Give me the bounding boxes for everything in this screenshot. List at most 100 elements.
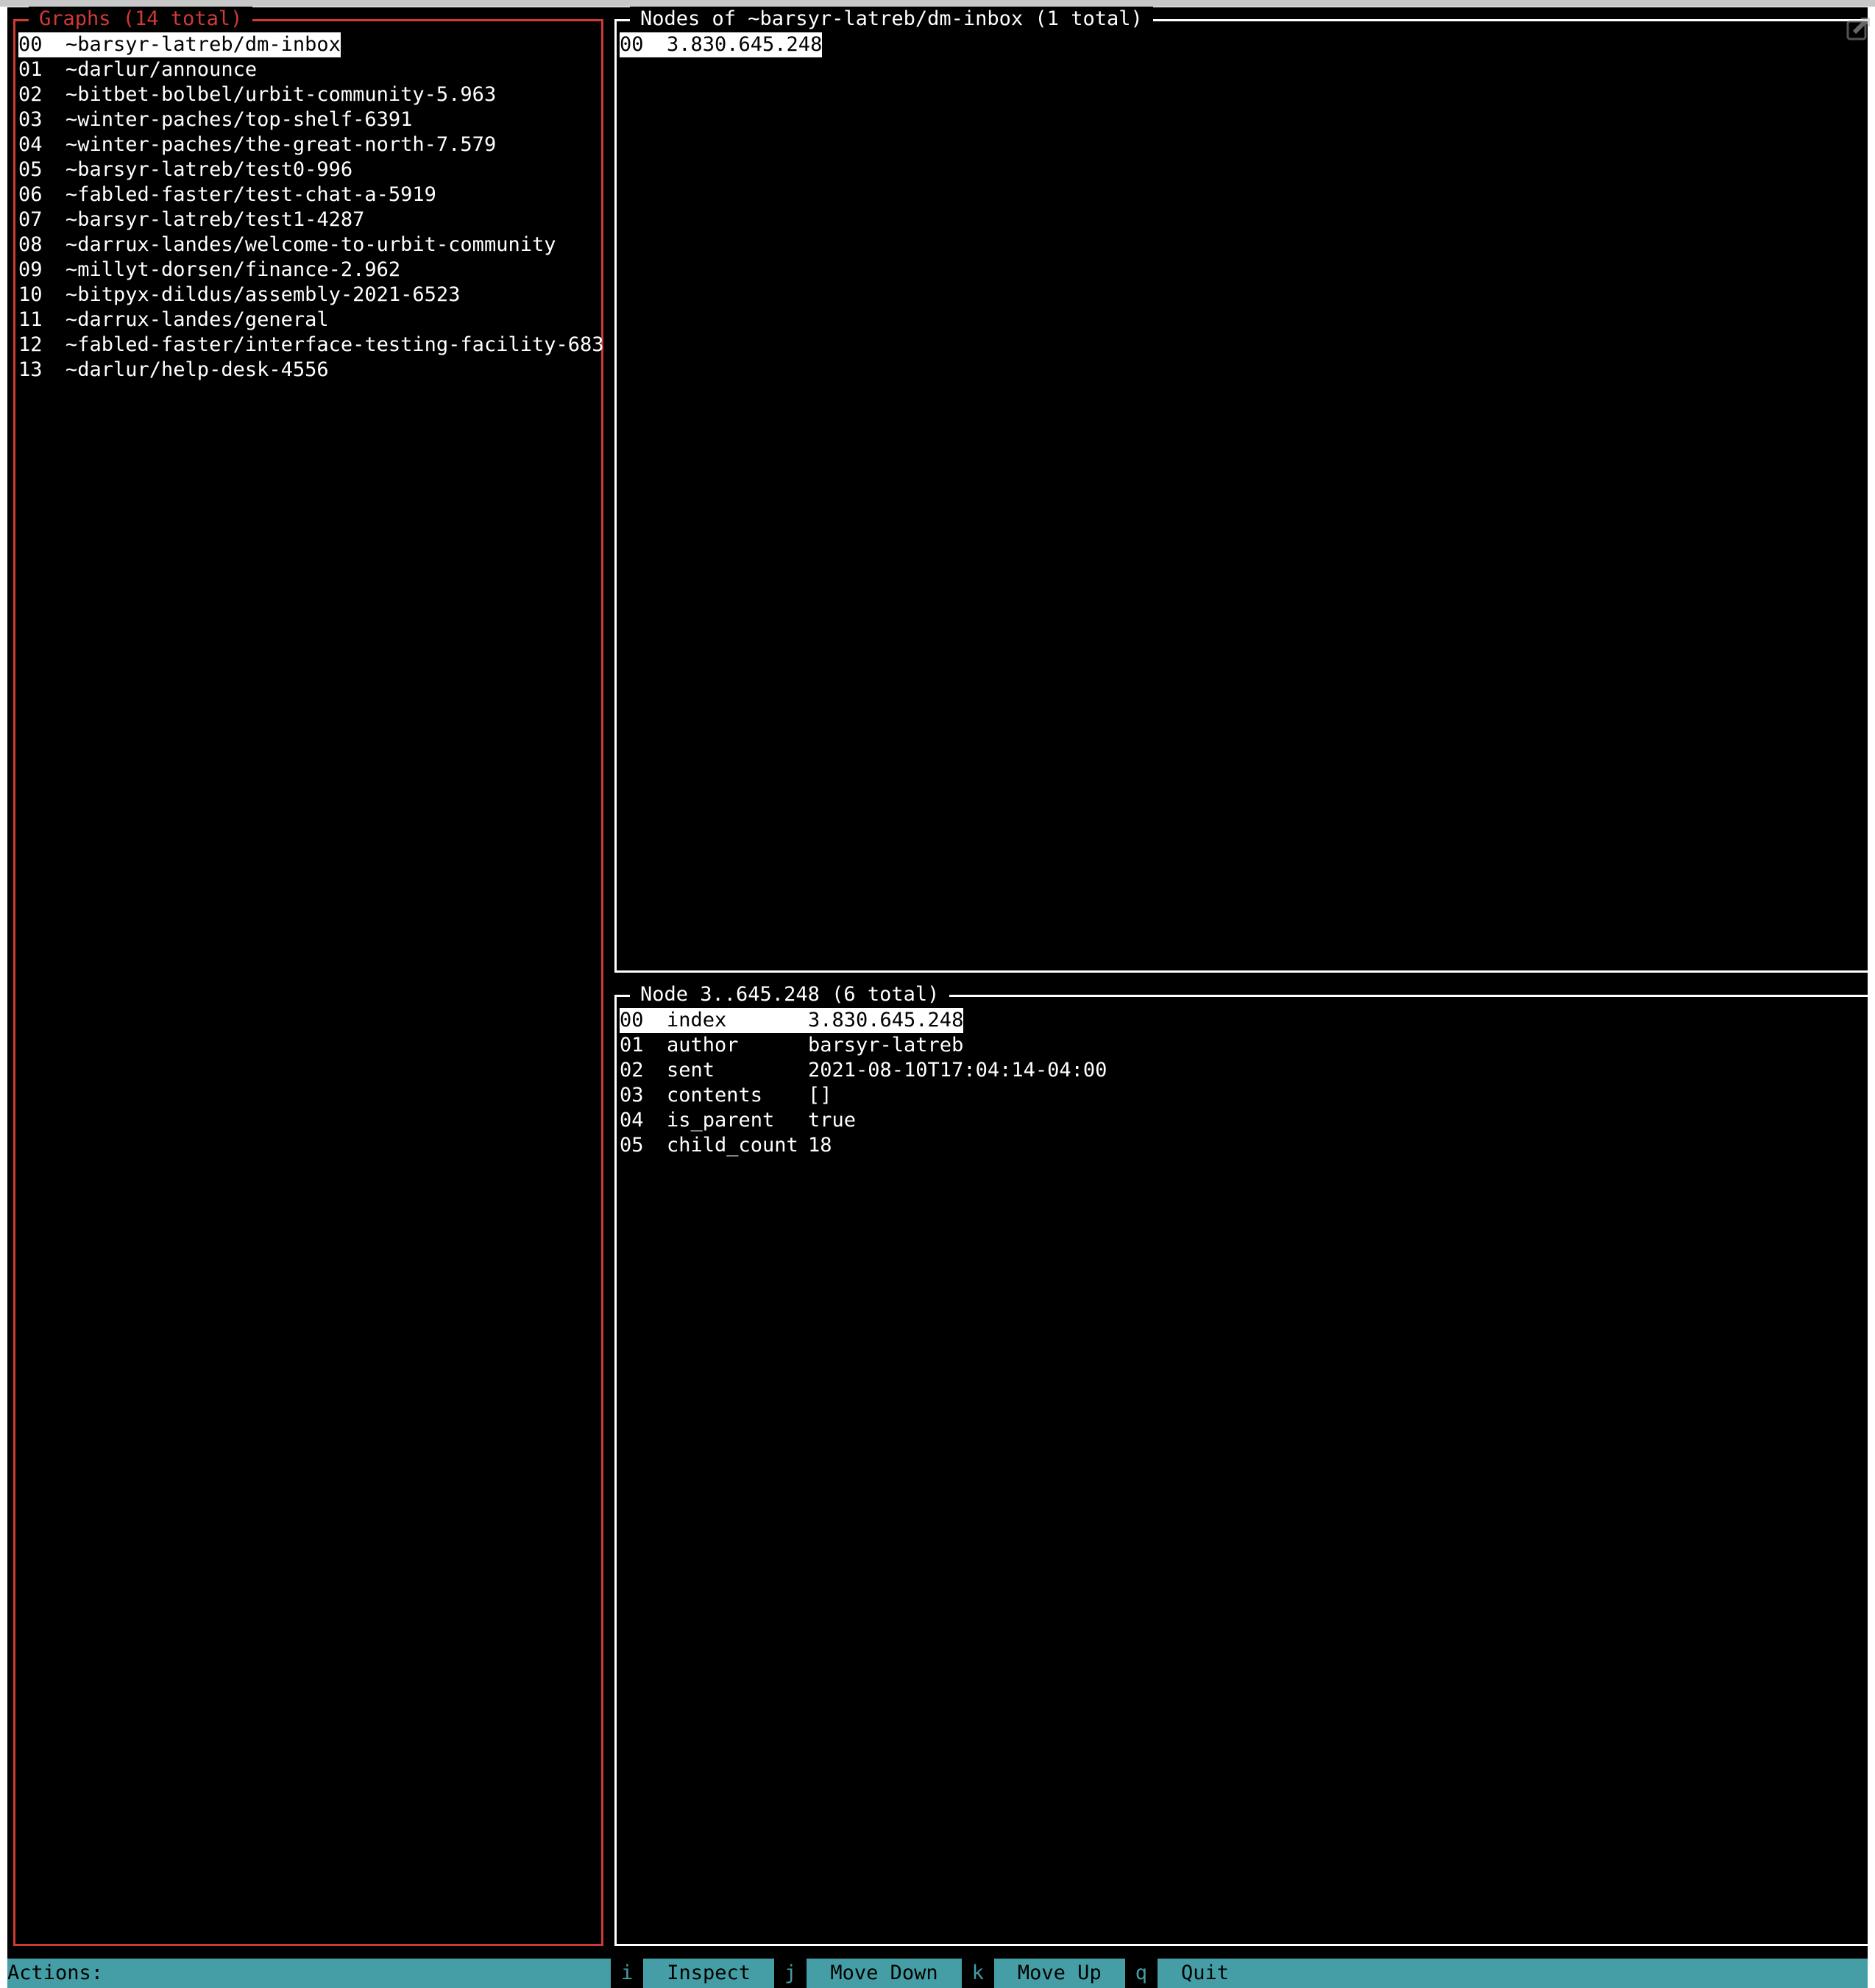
- node-field-index: 04: [620, 1109, 644, 1132]
- node-field-index: 01: [620, 1034, 644, 1057]
- graph-item-content: 12 ~fabled-faster/interface-testing-facil…: [18, 333, 604, 358]
- action-key-inspect[interactable]: i: [611, 1959, 644, 1988]
- node-item-content: 00 3.830.645.248: [620, 32, 823, 57]
- graph-item-content: 07 ~barsyr-latreb/test1-4287: [18, 207, 364, 232]
- graph-item-name: ~darlur/help-desk-4556: [65, 358, 329, 381]
- node-field-index: 05: [620, 1134, 644, 1157]
- node-detail-panel-title: Node 3..645.248 (6 total): [630, 982, 950, 1007]
- node-field-row[interactable]: 03 contents []: [620, 1083, 1866, 1108]
- graph-item-content: 06 ~fabled-faster/test-chat-a-5919: [18, 182, 436, 207]
- graph-list-item[interactable]: 04 ~winter-paches/the-great-north-7.579: [18, 132, 598, 157]
- node-field-content: 01 author barsyr-latreb: [620, 1033, 963, 1058]
- graph-item-content: 03 ~winter-paches/top-shelf-6391: [18, 107, 412, 132]
- node-item-name: 3.830.645.248: [667, 33, 823, 56]
- node-field-row[interactable]: 04 is_parent true: [620, 1108, 1866, 1133]
- node-field-value: true: [808, 1109, 857, 1132]
- node-field-value: barsyr-latreb: [808, 1034, 964, 1057]
- graph-item-index: 06: [18, 183, 43, 206]
- graph-item-index: 05: [18, 158, 43, 181]
- graph-list-item[interactable]: 13 ~darlur/help-desk-4556: [18, 358, 598, 383]
- graph-list-item[interactable]: 05 ~barsyr-latreb/test0-996: [18, 157, 598, 182]
- graph-item-index: 00: [18, 33, 43, 56]
- graph-item-name: ~barsyr-latreb/test0-996: [65, 158, 353, 181]
- graph-list-item[interactable]: 00 ~barsyr-latreb/dm-inbox: [18, 32, 598, 57]
- node-field-key: contents: [667, 1084, 763, 1107]
- graph-list-item[interactable]: 09 ~millyt-dorsen/finance-2.962: [18, 258, 598, 283]
- graph-item-content: 04 ~winter-paches/the-great-north-7.579: [18, 132, 496, 157]
- graph-list-item[interactable]: 10 ~bitpyx-dildus/assembly-2021-6523: [18, 283, 598, 308]
- graph-item-name: ~fabled-faster/test-chat-a-5919: [65, 183, 436, 206]
- graph-item-content: 09 ~millyt-dorsen/finance-2.962: [18, 258, 400, 283]
- graph-item-name: ~fabled-faster/interface-testing-facilit…: [65, 333, 604, 356]
- actions-label: Actions:: [7, 1962, 104, 1984]
- node-field-key: author: [667, 1034, 739, 1057]
- graphs-list: 00 ~barsyr-latreb/dm-inbox 01 ~darlur/annou…: [18, 32, 604, 383]
- graph-item-content: 10 ~bitpyx-dildus/assembly-2021-6523: [18, 283, 460, 308]
- action-key-move-down[interactable]: j: [774, 1959, 807, 1988]
- graph-item-content: 11 ~darrux-landes/general: [18, 308, 329, 333]
- terminal: Graphs (14 total) 00 ~barsyr-latreb/dm-in…: [7, 7, 1871, 1988]
- node-field-content: 00 index 3.830.645.248: [620, 1008, 964, 1033]
- node-field-content: 03 contents []: [620, 1083, 832, 1108]
- graph-item-index: 07: [18, 208, 43, 231]
- graph-item-content: 13 ~darlur/help-desk-4556: [18, 358, 329, 383]
- graphs-panel: Graphs (14 total) 00 ~barsyr-latreb/dm-in…: [13, 7, 604, 1946]
- node-field-key: child_count: [667, 1134, 798, 1157]
- graph-item-content: 02 ~bitbet-bolbel/urbit-community-5.963: [18, 82, 496, 107]
- node-list-item[interactable]: 00 3.830.645.248: [620, 32, 1866, 57]
- graph-list-item[interactable]: 02 ~bitbet-bolbel/urbit-community-5.963: [18, 82, 598, 107]
- node-field-key: is_parent: [667, 1109, 775, 1132]
- graph-list-item[interactable]: 06 ~fabled-faster/test-chat-a-5919: [18, 182, 598, 207]
- actions-bar: Actions: i Inspect j Move Down k Move Up…: [7, 1959, 1868, 1988]
- open-external-icon[interactable]: [1846, 15, 1872, 41]
- nodes-panel-title: Nodes of ~barsyr-latreb/dm-inbox (1 tota…: [630, 7, 1153, 32]
- node-field-content: 04 is_parent true: [620, 1108, 856, 1133]
- nodes-panel: Nodes of ~barsyr-latreb/dm-inbox (1 tota…: [614, 7, 1871, 973]
- graph-item-index: 13: [18, 358, 43, 381]
- action-key-move-up[interactable]: k: [961, 1959, 994, 1988]
- graph-list-item[interactable]: 07 ~barsyr-latreb/test1-4287: [18, 207, 598, 232]
- node-field-content: 02 sent 2021-08-10T17:04:14-04:00: [620, 1058, 1107, 1083]
- graph-item-index: 12: [18, 333, 43, 356]
- graph-item-index: 02: [18, 83, 43, 106]
- action-key-quit[interactable]: q: [1124, 1959, 1158, 1988]
- action-move-down[interactable]: Move Down: [807, 1959, 961, 1988]
- node-field-value: 2021-08-10T17:04:14-04:00: [808, 1059, 1107, 1082]
- graph-item-name: ~darrux-landes/general: [65, 308, 329, 331]
- graph-item-index: 09: [18, 258, 43, 281]
- action-quit[interactable]: Quit: [1158, 1959, 1252, 1988]
- node-field-row[interactable]: 01 author barsyr-latreb: [620, 1033, 1866, 1058]
- node-field-key: index: [667, 1009, 727, 1032]
- nodes-list: 00 3.830.645.248: [620, 32, 1866, 57]
- graph-item-name: ~bitpyx-dildus/assembly-2021-6523: [65, 283, 461, 306]
- node-field-row[interactable]: 05 child_count 18: [620, 1133, 1866, 1158]
- node-field-index: 03: [620, 1084, 644, 1107]
- graph-item-name: ~darrux-landes/welcome-to-urbit-communit…: [65, 233, 556, 256]
- graph-item-name: ~bitbet-bolbel/urbit-community-5.963: [65, 83, 497, 106]
- node-field-row[interactable]: 00 index 3.830.645.248: [620, 1008, 1866, 1033]
- graph-item-index: 04: [18, 133, 43, 156]
- action-inspect[interactable]: Inspect: [643, 1959, 774, 1988]
- graph-item-name: ~barsyr-latreb/test1-4287: [65, 208, 365, 231]
- graph-item-content: 00 ~barsyr-latreb/dm-inbox: [18, 32, 341, 57]
- graph-item-name: ~barsyr-latreb/dm-inbox: [65, 33, 341, 56]
- graphs-panel-title: Graphs (14 total): [29, 7, 253, 32]
- graph-item-index: 01: [18, 58, 43, 81]
- action-move-up[interactable]: Move Up: [994, 1959, 1125, 1988]
- graph-item-index: 03: [18, 108, 43, 131]
- graph-list-item[interactable]: 08 ~darrux-landes/welcome-to-urbit-commun…: [18, 232, 598, 258]
- graph-item-name: ~winter-paches/top-shelf-6391: [65, 108, 413, 131]
- node-field-value: []: [808, 1084, 832, 1107]
- graph-list-item[interactable]: 11 ~darrux-landes/general: [18, 308, 598, 333]
- graph-list-item[interactable]: 12 ~fabled-faster/interface-testing-facil…: [18, 333, 604, 358]
- node-field-content: 05 child_count 18: [620, 1133, 832, 1158]
- graph-item-name: ~darlur/announce: [65, 58, 258, 81]
- graph-list-item[interactable]: 03 ~winter-paches/top-shelf-6391: [18, 107, 598, 132]
- graph-list-item[interactable]: 01 ~darlur/announce: [18, 57, 598, 82]
- graph-item-index: 11: [18, 308, 43, 331]
- node-item-index: 00: [620, 33, 644, 56]
- node-field-row[interactable]: 02 sent 2021-08-10T17:04:14-04:00: [620, 1058, 1866, 1083]
- graph-item-content: 01 ~darlur/announce: [18, 57, 257, 82]
- graph-item-index: 08: [18, 233, 43, 256]
- node-field-value: 3.830.645.248: [808, 1009, 964, 1032]
